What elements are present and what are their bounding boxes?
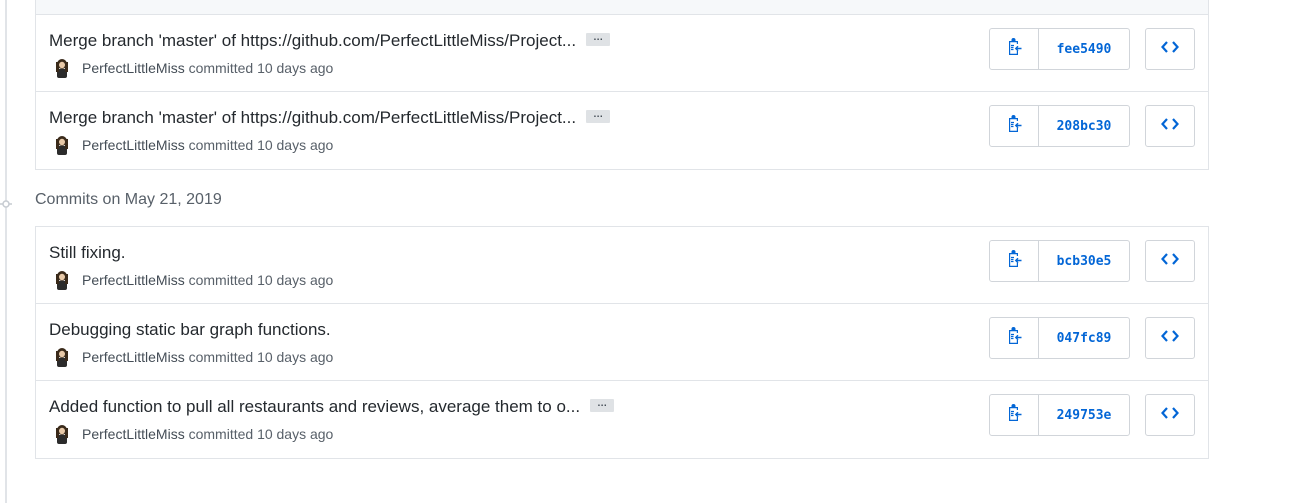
copy-sha-button[interactable] (990, 318, 1039, 358)
commit-title-link[interactable]: Merge branch 'master' of https://github.… (49, 31, 576, 50)
browse-repo-button[interactable] (1145, 240, 1195, 282)
timeline-line (5, 0, 7, 503)
relative-time: 10 days ago (257, 349, 334, 365)
sha-button-group: 208bc30 (989, 105, 1130, 147)
avatar[interactable] (52, 135, 72, 155)
author-link[interactable]: PerfectLittleMiss (82, 137, 185, 153)
author-link[interactable]: PerfectLittleMiss (82, 60, 185, 76)
clippy-icon (1006, 37, 1022, 61)
commit-row: Added function to pull all restaurants a… (36, 381, 1208, 458)
commit-sha-link[interactable]: 208bc30 (1039, 106, 1129, 146)
expand-message-button[interactable]: … (590, 399, 615, 413)
expand-message-button[interactable]: … (586, 33, 611, 47)
commit-title-link[interactable]: Still fixing. (49, 243, 126, 262)
copy-sha-button[interactable] (990, 106, 1039, 146)
browse-repo-button[interactable] (1145, 394, 1195, 436)
code-icon (1161, 40, 1179, 58)
date-header: Commits on May 21, 2019 (35, 191, 222, 208)
author-link[interactable]: PerfectLittleMiss (82, 426, 185, 442)
relative-time: 10 days ago (257, 426, 334, 442)
commit-row: Debugging static bar graph functions. Pe… (36, 304, 1208, 381)
browse-repo-button[interactable] (1145, 28, 1195, 70)
commit-sha-link[interactable]: fee5490 (1039, 29, 1129, 69)
copy-sha-button[interactable] (990, 29, 1039, 69)
code-icon (1161, 406, 1179, 424)
clippy-icon (1006, 326, 1022, 350)
previous-commit-stub (36, 0, 1208, 15)
relative-time: 10 days ago (257, 137, 334, 153)
browse-repo-button[interactable] (1145, 105, 1195, 147)
clippy-icon (1006, 114, 1022, 138)
code-icon (1161, 252, 1179, 270)
clippy-icon (1006, 403, 1022, 427)
avatar[interactable] (52, 347, 72, 367)
commit-row: Still fixing. PerfectLittleMiss committe… (36, 227, 1208, 304)
avatar[interactable] (52, 58, 72, 78)
avatar[interactable] (52, 270, 72, 290)
committed-text: committed (188, 349, 254, 365)
sha-button-group: bcb30e5 (989, 240, 1130, 282)
committed-text: committed (188, 426, 254, 442)
git-commit-icon (0, 196, 12, 208)
committed-text: committed (188, 60, 254, 76)
commit-row: Merge branch 'master' of https://github.… (36, 15, 1208, 92)
commit-title-link[interactable]: Merge branch 'master' of https://github.… (49, 108, 576, 127)
sha-button-group: 047fc89 (989, 317, 1130, 359)
committed-text: committed (188, 137, 254, 153)
copy-sha-button[interactable] (990, 395, 1039, 435)
commit-group: Merge branch 'master' of https://github.… (35, 0, 1209, 170)
author-link[interactable]: PerfectLittleMiss (82, 272, 185, 288)
clippy-icon (1006, 249, 1022, 273)
relative-time: 10 days ago (257, 60, 334, 76)
code-icon (1161, 117, 1179, 135)
commit-row: Merge branch 'master' of https://github.… (36, 92, 1208, 169)
browse-repo-button[interactable] (1145, 317, 1195, 359)
sha-button-group: 249753e (989, 394, 1130, 436)
commit-sha-link[interactable]: bcb30e5 (1039, 241, 1129, 281)
commit-sha-link[interactable]: 249753e (1039, 395, 1129, 435)
expand-message-button[interactable]: … (586, 110, 611, 124)
committed-text: committed (188, 272, 254, 288)
commit-group: Still fixing. PerfectLittleMiss committe… (35, 226, 1209, 459)
avatar[interactable] (52, 424, 72, 444)
author-link[interactable]: PerfectLittleMiss (82, 349, 185, 365)
commit-sha-link[interactable]: 047fc89 (1039, 318, 1129, 358)
code-icon (1161, 329, 1179, 347)
sha-button-group: fee5490 (989, 28, 1130, 70)
relative-time: 10 days ago (257, 272, 334, 288)
copy-sha-button[interactable] (990, 241, 1039, 281)
commit-title-link[interactable]: Debugging static bar graph functions. (49, 320, 331, 339)
commit-title-link[interactable]: Added function to pull all restaurants a… (49, 397, 580, 416)
